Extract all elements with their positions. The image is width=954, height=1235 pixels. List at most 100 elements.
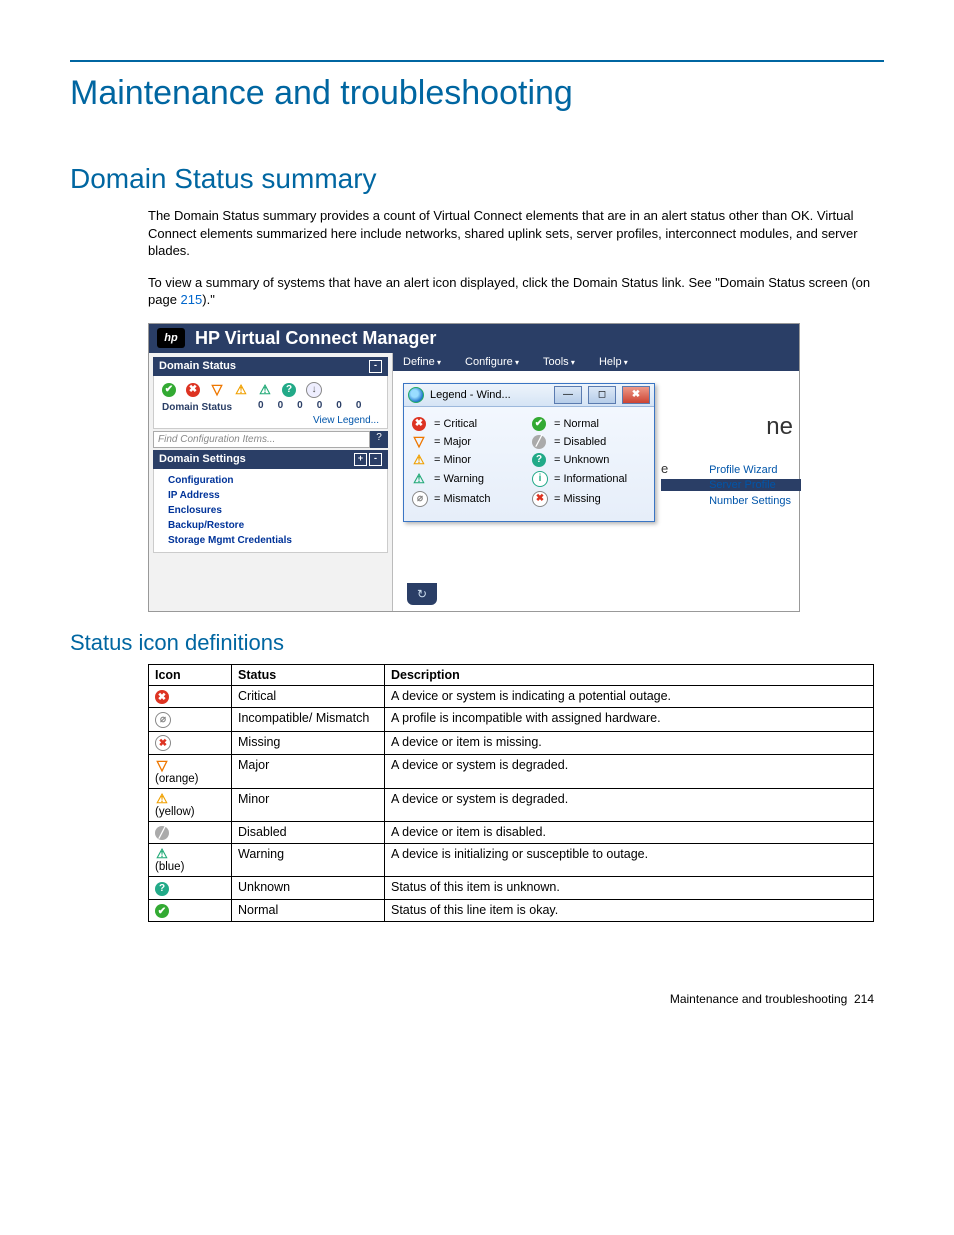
search-input[interactable]: Find Configuration Items... — [153, 431, 370, 448]
table-row: NormalStatus of this line item is okay. — [149, 899, 874, 922]
paragraph-2a: To view a summary of systems that have a… — [148, 275, 870, 308]
app-title: HP Virtual Connect Manager — [195, 328, 436, 349]
link-server-profile[interactable]: Server Profile — [709, 478, 791, 493]
icon-cell: (orange) — [149, 755, 232, 789]
count-5: 0 — [356, 400, 362, 413]
close-button[interactable]: ✖ — [622, 386, 650, 404]
minor-icon — [234, 383, 248, 397]
description-cell: A device or system is degraded. — [385, 788, 874, 821]
menu-help[interactable]: Help — [599, 356, 628, 368]
domain-status-panel: Domain Status 0 0 0 0 0 0 View Legend... — [153, 376, 388, 429]
status-cell: Unknown — [232, 877, 385, 900]
view-legend-link[interactable]: View Legend... — [158, 415, 383, 426]
mismatch-icon — [155, 712, 171, 728]
ie-icon — [408, 387, 424, 403]
table-row: UnknownStatus of this item is unknown. — [149, 877, 874, 900]
legend-grid: = Critical = Normal = Major = Disabled =… — [412, 417, 646, 507]
legend-label: = Normal — [554, 418, 646, 430]
icon-cell — [149, 731, 232, 755]
domain-status-header-label: Domain Status — [159, 360, 236, 372]
footer-page-number: 214 — [854, 992, 874, 1006]
legend-label: = Major — [434, 436, 526, 448]
search-help-button[interactable]: ? — [370, 431, 388, 448]
major-icon — [412, 435, 426, 449]
page-link-215[interactable]: 215 — [181, 292, 203, 307]
paragraph-2b: )." — [202, 292, 215, 307]
menu-bar: Define Configure Tools Help — [393, 353, 799, 371]
minor-icon — [412, 453, 426, 467]
table-row: (blue)WarningA device is initializing or… — [149, 844, 874, 877]
description-cell: Status of this line item is okay. — [385, 899, 874, 922]
expand-icon[interactable]: + — [354, 453, 367, 466]
download-icon — [306, 382, 322, 398]
section-title-h2: Domain Status summary — [70, 163, 884, 195]
domain-status-label: Domain Status — [158, 400, 236, 415]
status-cell: Incompatible/ Mismatch — [232, 708, 385, 732]
info-icon — [532, 471, 548, 487]
rounded-tab-fragment: ↻ — [407, 583, 437, 605]
warning-icon — [258, 383, 272, 397]
sidebar-item-ip-address[interactable]: IP Address — [168, 488, 387, 503]
page-title-h1: Maintenance and troubleshooting — [70, 74, 884, 113]
legend-label: = Informational — [554, 473, 646, 485]
icon-cell — [149, 821, 232, 844]
missing-icon — [532, 491, 548, 507]
normal-icon — [162, 383, 176, 397]
description-cell: A device or system is degraded. — [385, 755, 874, 789]
icon-color-note: (blue) — [155, 861, 225, 873]
link-number-settings[interactable]: Number Settings — [709, 494, 791, 509]
minimize-button[interactable]: — — [554, 386, 582, 404]
legend-window-title: Legend - Wind... — [430, 389, 548, 401]
critical-icon — [412, 417, 426, 431]
maximize-button[interactable]: ◻ — [588, 386, 616, 404]
sidebar-item-configuration[interactable]: Configuration — [168, 473, 387, 488]
screenshot-figure: hp HP Virtual Connect Manager Domain Sta… — [148, 323, 800, 612]
sidebar-item-enclosures[interactable]: Enclosures — [168, 503, 387, 518]
legend-label: = Mismatch — [434, 493, 526, 505]
status-cell: Missing — [232, 731, 385, 755]
legend-titlebar[interactable]: Legend - Wind... — ◻ ✖ — [404, 384, 654, 407]
sidebar-item-storage-mgmt[interactable]: Storage Mgmt Credentials — [168, 533, 387, 548]
subsection-title-h3: Status icon definitions — [70, 630, 884, 656]
major-icon — [210, 383, 224, 397]
missing-icon — [155, 735, 171, 751]
bg-text-fragment-2: e — [661, 461, 668, 476]
status-cell: Major — [232, 755, 385, 789]
count-3: 0 — [317, 400, 323, 413]
paragraph-1: The Domain Status summary provides a cou… — [148, 207, 874, 260]
unknown-icon — [155, 882, 169, 896]
top-rule — [70, 60, 884, 62]
menu-tools[interactable]: Tools — [543, 356, 575, 368]
critical-icon — [155, 690, 169, 704]
description-cell: Status of this item is unknown. — [385, 877, 874, 900]
legend-window: Legend - Wind... — ◻ ✖ = Critical = Norm… — [403, 383, 655, 522]
menu-configure[interactable]: Configure — [465, 356, 519, 368]
icon-color-note: (orange) — [155, 773, 225, 785]
legend-label: = Missing — [554, 493, 646, 505]
critical-icon — [186, 383, 200, 397]
settings-list: Configuration IP Address Enclosures Back… — [153, 469, 388, 553]
sidebar-item-backup-restore[interactable]: Backup/Restore — [168, 518, 387, 533]
collapse-icon-2[interactable]: - — [369, 453, 382, 466]
normal-icon — [155, 904, 169, 918]
icon-cell — [149, 899, 232, 922]
table-row: CriticalA device or system is indicating… — [149, 685, 874, 708]
icon-cell: (blue) — [149, 844, 232, 877]
minor-icon — [155, 792, 169, 806]
status-cell: Normal — [232, 899, 385, 922]
icon-cell — [149, 877, 232, 900]
status-cell: Warning — [232, 844, 385, 877]
legend-label: = Disabled — [554, 436, 646, 448]
domain-status-header[interactable]: Domain Status - — [153, 357, 388, 376]
domain-settings-header[interactable]: Domain Settings + - — [153, 450, 388, 469]
icon-cell — [149, 708, 232, 732]
side-links: Profile Wizard Server Profile Number Set… — [709, 463, 791, 509]
collapse-icon[interactable]: - — [369, 360, 382, 373]
menu-define[interactable]: Define — [403, 356, 441, 368]
description-cell: A profile is incompatible with assigned … — [385, 708, 874, 732]
count-4: 0 — [336, 400, 342, 413]
link-profile-wizard[interactable]: Profile Wizard — [709, 463, 791, 478]
legend-label: = Unknown — [554, 454, 646, 466]
status-cell: Disabled — [232, 821, 385, 844]
th-description: Description — [385, 664, 874, 685]
